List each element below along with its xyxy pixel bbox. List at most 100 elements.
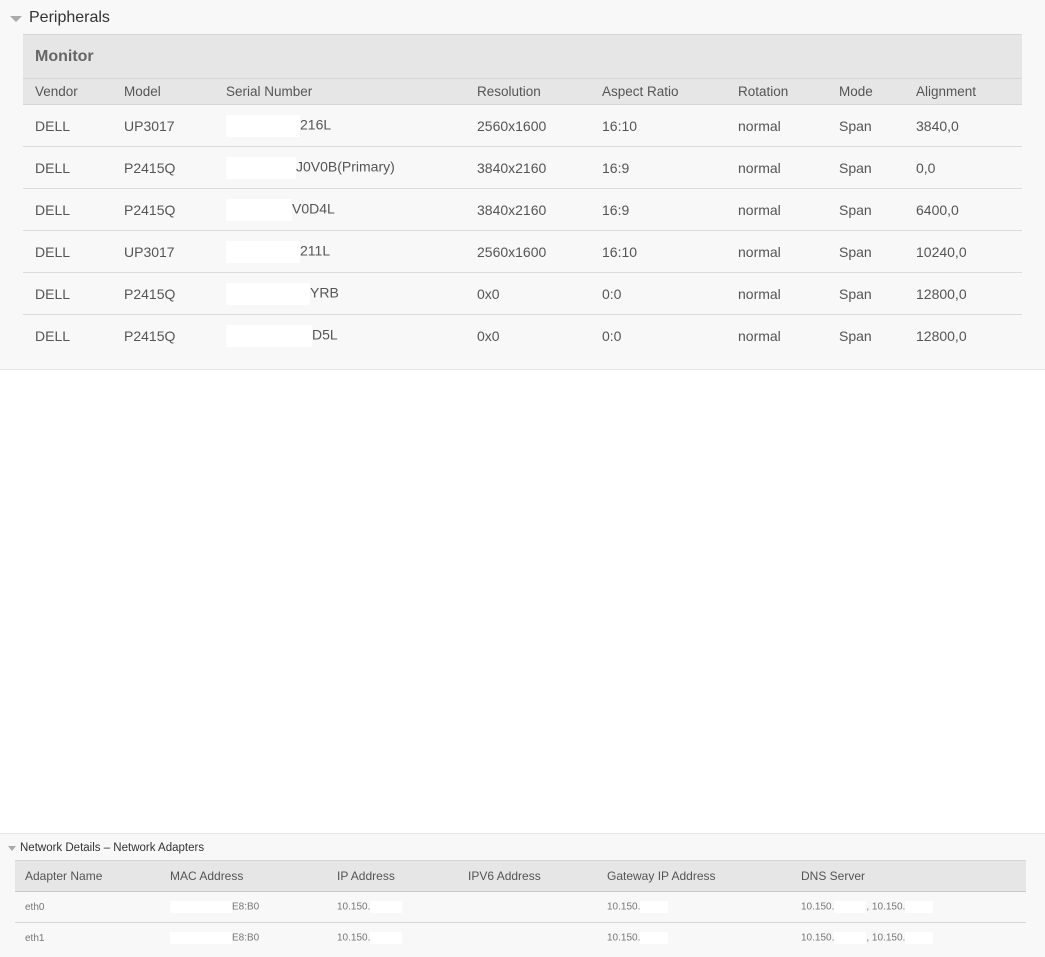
col-alignment[interactable]: Alignment [904,78,1022,105]
col-adapter-name[interactable]: Adapter Name [15,860,160,892]
cell-model: P2415Q [112,188,214,231]
table-row: DELL P2415Q V0D4L 3840x2160 16:9 normal … [23,188,1022,231]
col-mode[interactable]: Mode [827,78,904,105]
mac-text: E8:B0 [232,901,260,913]
col-resolution[interactable]: Resolution [465,78,590,105]
col-ipv6-address[interactable]: IPV6 Address [458,860,597,892]
cell-vendor: DELL [23,146,112,189]
cell-vendor: DELL [23,272,112,315]
cell-model: P2415Q [124,327,176,344]
redaction-block [905,901,934,913]
serial-text: V0D4L [292,200,335,217]
col-aspect-ratio[interactable]: Aspect Ratio [590,78,726,105]
table-row: eth1 E8:B0 10.150. 10.150. 10.150. , 10.1… [15,923,1026,954]
cell-aspect-ratio: 0:0 [602,327,622,344]
cell-gateway-ip: 10.150. [597,891,791,923]
cell-vendor: DELL [35,327,71,344]
cell-alignment: 10240,0 [904,230,1022,273]
col-vendor[interactable]: Vendor [23,78,112,105]
dns-text-2: , 10.150. [866,932,906,944]
col-model[interactable]: Model [112,78,214,105]
network-section: Network Details – Network Adapters Adapt… [0,833,1045,957]
monitor-table: Vendor Model Serial Number Resolution As… [23,78,1022,357]
peripherals-section: Peripherals Monitor Vendor Model Serial … [0,0,1045,370]
cell-mode: Span [827,104,904,147]
redaction-block [640,932,669,945]
peripherals-toggle[interactable]: Peripherals [10,8,110,28]
redaction-block [226,198,292,221]
redaction-block [834,901,867,913]
col-dns-server[interactable]: DNS Server [791,860,1026,892]
cell-gateway-ip: 10.150. [597,923,791,954]
redaction-block [226,324,312,347]
redaction-block [370,901,403,913]
redaction-block [226,282,310,305]
cell-model: UP3017 [112,230,214,273]
network-adapters-panel: Adapter Name MAC Address IP Address IPV6… [15,860,1026,954]
cell-ip-address: 10.150. [327,923,458,954]
caret-down-icon [8,845,16,851]
cell-serial: YRB [214,272,465,315]
gateway-text: 10.150. [607,932,641,944]
ip-text: 10.150. [337,901,371,913]
col-serial-number[interactable]: Serial Number [214,78,465,105]
cell-aspect-ratio: 16:9 [590,188,726,231]
cell-model: P2415Q [112,146,214,189]
cell-mode: Span [827,146,904,189]
monitor-panel: Monitor Vendor Model Serial Number Resol… [23,34,1022,357]
dns-text-2: , 10.150. [866,901,906,913]
table-row: eth0 E8:B0 10.150. 10.150. 10.150. , 10.1… [15,891,1026,923]
col-rotation[interactable]: Rotation [726,78,827,105]
cell-adapter-name: eth1 [25,932,45,944]
monitor-header-row: Vendor Model Serial Number Resolution As… [23,78,1022,105]
cell-adapter-name: eth0 [15,891,160,923]
cell-mac-address: E8:B0 [160,891,327,923]
cell-alignment: 12800,0 [916,327,967,344]
redaction-block [370,932,403,945]
cell-aspect-ratio: 16:9 [590,146,726,189]
cell-mode: Span [839,327,872,344]
cell-resolution: 3840x2160 [465,146,590,189]
cell-ipv6-address [458,923,597,954]
col-gateway-ip-address[interactable]: Gateway IP Address [597,860,791,892]
table-row: DELL P2415Q J0V0B(Primary) 3840x2160 16:… [23,146,1022,189]
cell-resolution: 2560x1600 [465,104,590,147]
redaction-block [640,901,669,913]
cell-rotation: normal [726,230,827,273]
redaction-block [834,932,867,945]
serial-text: YRB [310,284,339,301]
ip-text: 10.150. [337,932,371,944]
cell-model: UP3017 [112,104,214,147]
cell-dns-server: 10.150. , 10.150. [791,891,1026,923]
cell-alignment: 12800,0 [904,272,1022,315]
cell-vendor: DELL [23,230,112,273]
dns-text-1: 10.150. [801,932,835,944]
cell-vendor: DELL [23,104,112,147]
cell-rotation: normal [726,188,827,231]
dns-text-1: 10.150. [801,901,835,913]
cell-mode: Span [827,188,904,231]
cell-dns-server: 10.150. , 10.150. [791,923,1026,954]
cell-resolution: 3840x2160 [465,188,590,231]
cell-aspect-ratio: 0:0 [590,272,726,315]
redaction-block [226,240,300,263]
cell-rotation: normal [738,327,781,344]
peripherals-title: Peripherals [29,9,110,26]
network-title: Network Details – Network Adapters [20,842,205,854]
cell-serial: J0V0B(Primary) [214,146,465,189]
cell-mode: Span [827,230,904,273]
cell-rotation: normal [726,104,827,147]
cell-rotation: normal [726,146,827,189]
cell-aspect-ratio: 16:10 [590,104,726,147]
col-mac-address[interactable]: MAC Address [160,860,327,892]
network-toggle[interactable]: Network Details – Network Adapters [8,841,204,855]
gateway-text: 10.150. [607,901,641,913]
cell-alignment: 3840,0 [904,104,1022,147]
table-row: DELL UP3017 211L 2560x1600 16:10 normal … [23,230,1022,273]
redaction-block [226,156,296,179]
cell-serial: V0D4L [214,188,465,231]
serial-text: J0V0B(Primary) [296,158,395,175]
caret-down-icon [10,16,22,22]
redaction-block [905,932,934,945]
col-ip-address[interactable]: IP Address [327,860,458,892]
